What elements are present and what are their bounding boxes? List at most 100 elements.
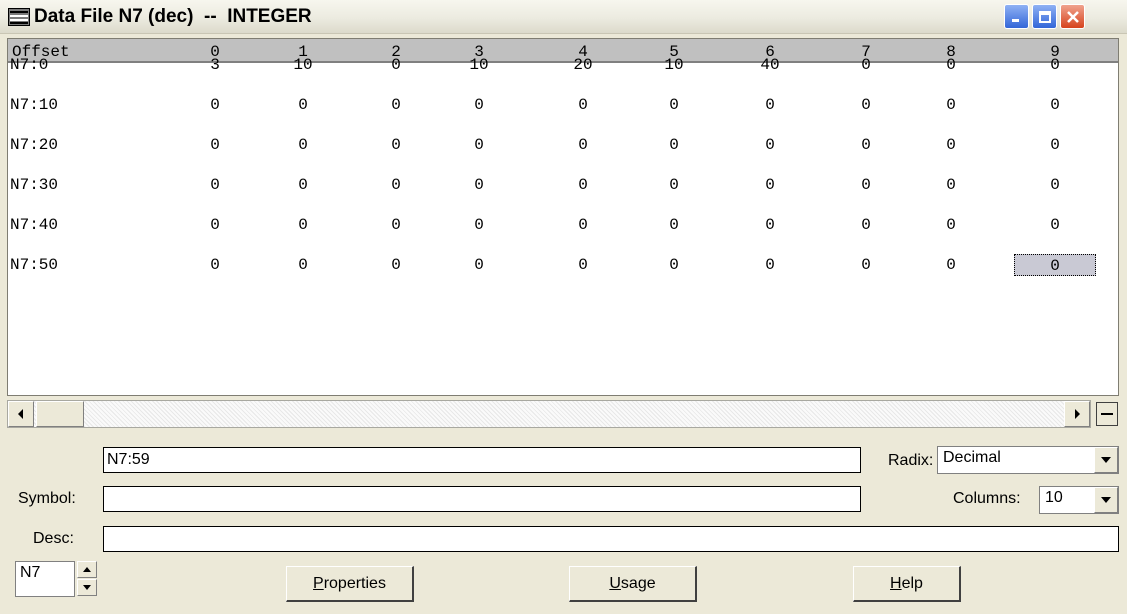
data-cell[interactable]: 0 <box>750 134 790 156</box>
columns-select[interactable]: 10 <box>1039 486 1119 514</box>
data-cell[interactable]: 0 <box>376 214 416 236</box>
data-cell[interactable]: 0 <box>563 214 603 236</box>
usage-label: sage <box>620 574 656 592</box>
data-cell[interactable]: 0 <box>376 54 416 76</box>
row-label: N7:10 <box>10 96 59 114</box>
data-cell[interactable]: 0 <box>654 94 694 116</box>
columns-dropdown-button[interactable] <box>1094 487 1118 513</box>
data-cell[interactable]: 0 <box>195 134 235 156</box>
data-cell[interactable]: 40 <box>750 54 790 76</box>
data-cell[interactable]: 0 <box>459 134 499 156</box>
properties-button[interactable]: Properties <box>286 566 414 602</box>
desc-field[interactable] <box>103 526 1119 552</box>
data-cell[interactable]: 0 <box>1035 134 1075 156</box>
data-cell[interactable]: 0 <box>195 94 235 116</box>
properties-mnemonic: P <box>313 574 324 592</box>
data-cell[interactable]: 0 <box>931 54 971 76</box>
data-cell[interactable]: 0 <box>654 214 694 236</box>
data-cell[interactable]: 0 <box>846 254 886 276</box>
data-cell[interactable]: 0 <box>459 214 499 236</box>
address-field[interactable]: N7:59 <box>103 447 861 473</box>
data-cell[interactable]: 0 <box>846 134 886 156</box>
minimize-icon[interactable] <box>1004 4 1029 29</box>
spin-down-button[interactable] <box>77 579 97 596</box>
symbol-label: Symbol: <box>18 490 76 507</box>
selected-data-cell[interactable]: 0 <box>1014 254 1096 276</box>
row-label: N7:0 <box>10 56 49 74</box>
data-cell[interactable]: 0 <box>459 94 499 116</box>
data-cell[interactable]: 0 <box>750 174 790 196</box>
data-cell[interactable]: 0 <box>283 214 323 236</box>
data-cell[interactable]: 10 <box>283 54 323 76</box>
data-cell[interactable]: 0 <box>931 214 971 236</box>
data-cell[interactable]: 0 <box>376 94 416 116</box>
data-cell[interactable]: 0 <box>654 134 694 156</box>
data-cell[interactable]: 0 <box>654 254 694 276</box>
horizontal-scrollbar[interactable] <box>7 400 1091 428</box>
split-button[interactable] <box>1096 402 1118 426</box>
title-bar[interactable]: Data File N7 (dec) -- INTEGER <box>0 0 1127 34</box>
maximize-icon[interactable] <box>1032 4 1057 29</box>
data-cell[interactable]: 0 <box>459 254 499 276</box>
data-cell[interactable]: 0 <box>750 214 790 236</box>
data-cell[interactable]: 0 <box>846 54 886 76</box>
row-label: N7:20 <box>10 136 59 154</box>
data-cell[interactable]: 0 <box>654 174 694 196</box>
data-cell[interactable]: 0 <box>195 214 235 236</box>
desc-label: Desc: <box>33 530 74 547</box>
data-cell[interactable]: 0 <box>283 254 323 276</box>
columns-label: Columns: <box>953 490 1021 507</box>
usage-button[interactable]: Usage <box>569 566 697 602</box>
radix-label: Radix: <box>888 452 934 469</box>
arrow-right-icon <box>1075 409 1080 419</box>
file-spinner-input[interactable]: N7 <box>15 561 75 597</box>
properties-label: roperties <box>323 574 386 592</box>
data-cell[interactable]: 0 <box>846 94 886 116</box>
help-button[interactable]: Help <box>853 566 961 602</box>
radix-select[interactable]: Decimal <box>937 446 1119 474</box>
data-cell[interactable]: 0 <box>283 174 323 196</box>
scroll-thumb[interactable] <box>36 401 84 427</box>
data-cell[interactable]: 0 <box>459 174 499 196</box>
data-cell[interactable]: 0 <box>563 134 603 156</box>
data-cell[interactable]: 0 <box>931 94 971 116</box>
data-cell[interactable]: 3 <box>195 54 235 76</box>
data-cell[interactable]: 0 <box>195 174 235 196</box>
radix-dropdown-button[interactable] <box>1094 447 1118 473</box>
data-cell[interactable]: 0 <box>750 94 790 116</box>
data-cell[interactable]: 0 <box>846 214 886 236</box>
data-cell[interactable]: 0 <box>563 174 603 196</box>
row-label: N7:40 <box>10 216 59 234</box>
data-cell[interactable]: 0 <box>1035 174 1075 196</box>
scroll-left-button[interactable] <box>8 401 34 427</box>
data-cell[interactable]: 0 <box>846 174 886 196</box>
symbol-field[interactable] <box>103 486 861 512</box>
data-cell[interactable]: 0 <box>376 254 416 276</box>
help-label: elp <box>901 574 923 592</box>
data-cell[interactable]: 0 <box>376 174 416 196</box>
radix-value: Decimal <box>943 449 1001 466</box>
data-cell[interactable]: 10 <box>459 54 499 76</box>
data-cell[interactable]: 0 <box>750 254 790 276</box>
help-mnemonic: H <box>890 574 902 592</box>
data-cell[interactable]: 0 <box>563 94 603 116</box>
data-cell[interactable]: 0 <box>563 254 603 276</box>
data-cell[interactable]: 0 <box>931 254 971 276</box>
data-cell[interactable]: 10 <box>654 54 694 76</box>
scroll-right-button[interactable] <box>1064 401 1090 427</box>
data-grid[interactable]: Offset 0123456789 N7:0 3 10 0 10 20 10 40 0 0 0 N7:… <box>7 38 1119 396</box>
data-cell[interactable]: 0 <box>1035 94 1075 116</box>
data-cell[interactable]: 0 <box>931 134 971 156</box>
data-cell[interactable]: 0 <box>195 254 235 276</box>
data-cell[interactable]: 0 <box>283 134 323 156</box>
data-cell[interactable]: 0 <box>931 174 971 196</box>
data-cell[interactable]: 20 <box>563 54 603 76</box>
row-label: N7:30 <box>10 176 59 194</box>
close-icon[interactable] <box>1060 4 1085 29</box>
data-cell[interactable]: 0 <box>283 94 323 116</box>
data-cell[interactable]: 0 <box>1035 214 1075 236</box>
arrow-down-icon <box>83 585 91 590</box>
data-cell[interactable]: 0 <box>1035 54 1075 76</box>
data-cell[interactable]: 0 <box>376 134 416 156</box>
spin-up-button[interactable] <box>77 561 97 578</box>
